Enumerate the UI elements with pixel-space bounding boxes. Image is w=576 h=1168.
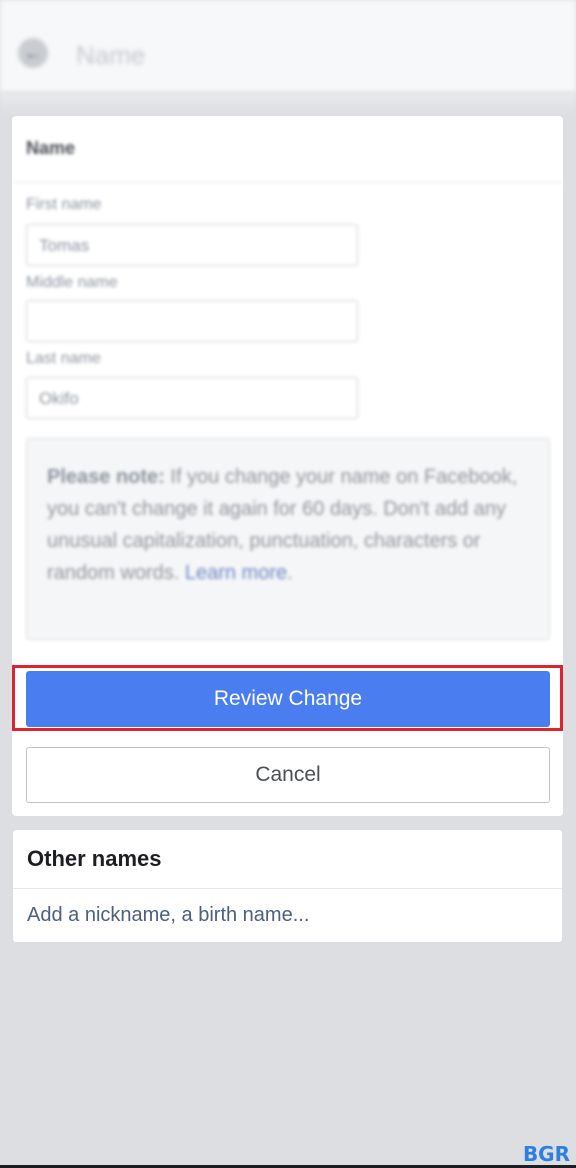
name-card: Name First name Tomas Middle name Last n… xyxy=(12,116,563,816)
first-name-label: First name xyxy=(26,196,102,213)
notice-end: . xyxy=(287,562,293,584)
cancel-button[interactable]: Cancel xyxy=(26,747,550,803)
other-names-title: Other names xyxy=(27,846,162,871)
divider xyxy=(13,888,562,889)
middle-name-label: Middle name xyxy=(26,274,118,291)
arrow-left-icon[interactable]: ← xyxy=(18,38,48,68)
notice-lead: Please note: xyxy=(47,466,165,488)
add-other-name-link[interactable]: Add a nickname, a birth name... xyxy=(27,904,309,927)
middle-name-field[interactable] xyxy=(26,300,358,342)
top-bar: ← Name xyxy=(0,0,576,92)
learn-more-link[interactable]: Learn more xyxy=(185,562,287,584)
header-shadow xyxy=(0,92,576,116)
blurred-form-area: Name First name Tomas Middle name Last n… xyxy=(12,116,563,656)
first-name-field[interactable]: Tomas xyxy=(26,224,358,266)
section-title: Name xyxy=(26,138,76,158)
other-names-card: Other names Add a nickname, a birth name… xyxy=(12,829,563,943)
divider xyxy=(12,182,563,183)
last-name-field[interactable]: Okifo xyxy=(26,377,358,419)
review-change-button[interactable]: Review Change xyxy=(26,671,550,727)
bgr-watermark: BGR xyxy=(522,1142,570,1166)
edit-name-screen: ← Name Name First name Tomas Middle name… xyxy=(0,0,576,1168)
page-title: Name xyxy=(76,40,146,70)
name-change-notice: Please note: If you change your name on … xyxy=(26,438,550,640)
last-name-label: Last name xyxy=(26,350,101,367)
